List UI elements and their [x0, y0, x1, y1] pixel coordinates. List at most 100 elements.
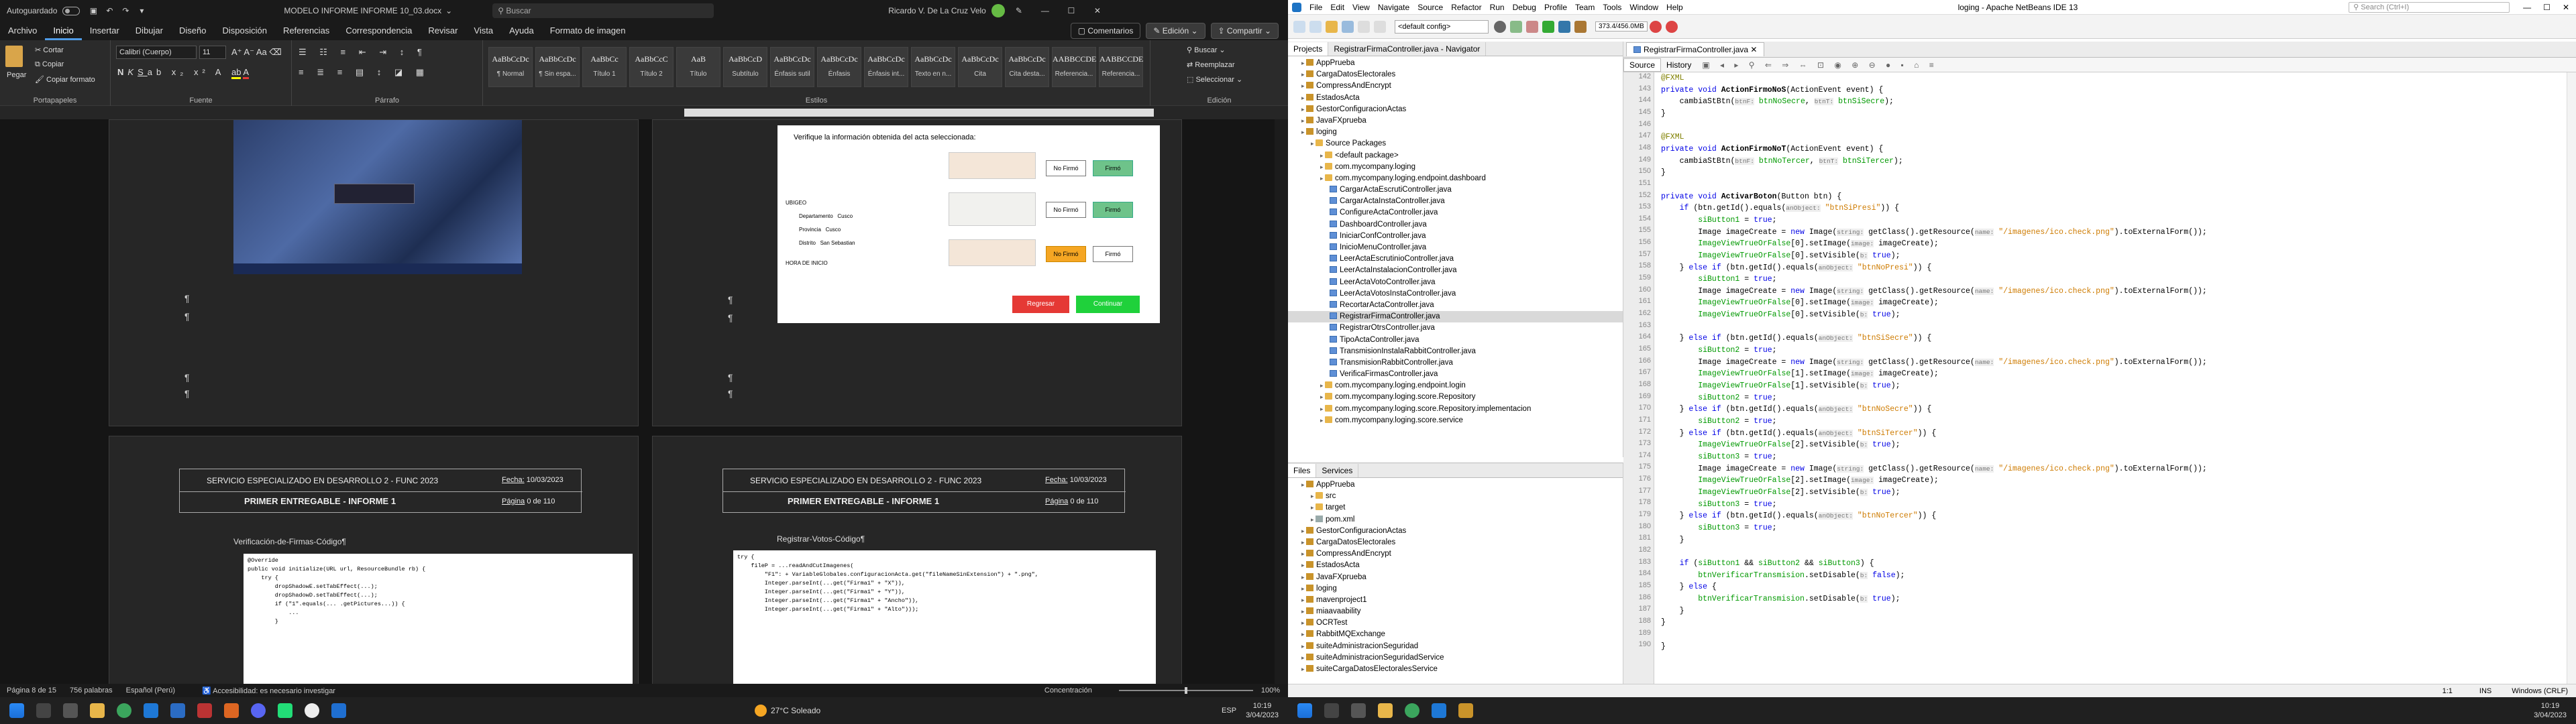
search-icon[interactable] — [36, 703, 51, 718]
horizontal-ruler[interactable] — [0, 106, 1288, 119]
menu-tab-6[interactable]: Referencias — [275, 21, 337, 40]
app-icon[interactable] — [278, 703, 292, 718]
tab-history[interactable]: History — [1661, 59, 1697, 71]
nb-menu-file[interactable]: File — [1305, 3, 1326, 12]
tree-item[interactable]: InicioMenuController.java — [1288, 242, 1623, 253]
expand-toggle-icon[interactable]: ▸ — [1301, 619, 1306, 626]
font-color-icons[interactable]: ab A — [231, 67, 250, 79]
tab-services[interactable]: Services — [1316, 463, 1359, 477]
clock[interactable]: 10:19 3/04/2023 — [2534, 701, 2567, 720]
find-button[interactable]: ⚲ Buscar ⌄ — [1187, 46, 1226, 54]
style-0[interactable]: AaBbCcDc ¶ Normal — [488, 47, 533, 87]
no-firmo-button[interactable]: No Firmó — [1046, 160, 1086, 176]
nb-menu-source[interactable]: Source — [1413, 3, 1447, 12]
copy-button[interactable]: ⧉ Copiar — [35, 60, 64, 69]
menu-tab-8[interactable]: Revisar — [420, 21, 466, 40]
nb-menu-view[interactable]: View — [1348, 3, 1374, 12]
autosave-toggle[interactable] — [62, 6, 80, 15]
file-explorer-icon[interactable] — [90, 703, 105, 718]
tree-item[interactable]: LeerActaEscrutinioController.java — [1288, 253, 1623, 265]
tree-item[interactable]: ▸ CompressAndEncrypt — [1288, 80, 1623, 92]
style-8[interactable]: AaBbCcDc Énfasis int... — [864, 47, 908, 87]
no-firmo-button[interactable]: No Firmó — [1046, 246, 1086, 262]
no-firmo-button[interactable]: No Firmó — [1046, 202, 1086, 218]
expand-toggle-icon[interactable]: ▸ — [1301, 608, 1306, 615]
expand-toggle-icon[interactable]: ▸ — [1320, 382, 1325, 389]
nb-menu-debug[interactable]: Debug — [1509, 3, 1540, 12]
tree-item[interactable]: ▸ <default package> — [1288, 150, 1623, 162]
pen-icon[interactable]: ✎ — [1014, 6, 1024, 15]
select-button[interactable]: ⬚ Seleccionar ⌄ — [1187, 75, 1242, 84]
tree-item[interactable]: ▸ CompressAndEncrypt — [1288, 548, 1623, 560]
app-icon[interactable] — [224, 703, 239, 718]
expand-toggle-icon[interactable]: ▸ — [1311, 504, 1316, 511]
discord-icon[interactable] — [251, 703, 266, 718]
replace-button[interactable]: ⇄ Reemplazar — [1187, 60, 1235, 69]
expand-toggle-icon[interactable]: ▸ — [1301, 481, 1306, 488]
style-11[interactable]: AaBbCcDc Cita desta... — [1005, 47, 1049, 87]
redo-icon[interactable] — [1374, 20, 1386, 33]
tree-item[interactable]: ▸ loging — [1288, 127, 1623, 138]
expand-toggle-icon[interactable]: ▸ — [1301, 60, 1306, 66]
expand-toggle-icon[interactable]: ▸ — [1301, 643, 1306, 650]
tree-item[interactable]: ▸ CargaDatosElectorales — [1288, 537, 1623, 548]
tree-item[interactable]: ▸ src — [1288, 491, 1623, 502]
tree-item[interactable]: LeerActaVotosInstaController.java — [1288, 288, 1623, 300]
style-5[interactable]: AaBbCcD Subtítulo — [723, 47, 767, 87]
close-icon[interactable]: ✕ — [1750, 45, 1757, 54]
word-count[interactable]: 756 palabras — [70, 686, 113, 695]
comments-button[interactable]: ▢ Comentarios — [1070, 23, 1141, 39]
config-select[interactable]: <default config> — [1395, 19, 1489, 34]
weather[interactable]: 27°C Soleado — [771, 706, 820, 715]
expand-toggle-icon[interactable]: ▸ — [1301, 666, 1306, 672]
tree-item[interactable]: ▸ com.mycompany.loging — [1288, 162, 1623, 173]
nb-menu-team[interactable]: Team — [1571, 3, 1599, 12]
tree-item[interactable]: ▸ AppPrueba — [1288, 58, 1623, 69]
style-4[interactable]: AaB Título — [676, 47, 720, 87]
user-name[interactable]: Ricardo V. De La Cruz Velo — [888, 6, 986, 15]
editing-mode-button[interactable]: ✎ Edición ⌄ — [1146, 23, 1205, 39]
vscode-icon[interactable] — [144, 703, 158, 718]
expand-toggle-icon[interactable]: ▸ — [1320, 417, 1325, 424]
tree-item[interactable]: ▸ com.mycompany.loging.endpoint.dashboar… — [1288, 173, 1623, 184]
clock[interactable]: 10:19 3/04/2023 — [1246, 701, 1279, 720]
close-icon[interactable]: ✕ — [1093, 6, 1102, 15]
editor-tool-icons[interactable]: ▣ ◂ ▸ ⚲ ⇐ ⇒ ⇔ ⊡ ◉ ⊕ ⊖ ● ▪ ⌂ ≡ — [1697, 59, 1943, 71]
new-file-icon[interactable] — [1293, 20, 1305, 33]
avatar[interactable] — [991, 4, 1005, 17]
app-icon[interactable] — [305, 703, 319, 718]
minimize-icon[interactable]: — — [2523, 3, 2531, 12]
word-icon[interactable] — [331, 703, 346, 718]
tree-item[interactable]: ▸ Source Packages — [1288, 138, 1623, 149]
run-icon[interactable] — [1542, 20, 1554, 33]
font-name-select[interactable]: Calibri (Cuerpo) — [116, 46, 197, 59]
tree-item[interactable]: ▸ GestorConfiguracionActas — [1288, 104, 1623, 115]
style-10[interactable]: AaBbCcDc Cita — [958, 47, 1002, 87]
menu-tab-10[interactable]: Ayuda — [501, 21, 542, 40]
expand-toggle-icon[interactable]: ▸ — [1301, 82, 1306, 89]
style-9[interactable]: AaBbCcDc Texto en n... — [911, 47, 955, 87]
code-area[interactable]: @FXML private void ActionFirmoNoS(ActionE… — [1661, 72, 2567, 652]
tree-item[interactable]: DashboardController.java — [1288, 219, 1623, 231]
tab-navigator[interactable]: RegistrarFirmaController.java - Navigato… — [1328, 42, 1487, 56]
expand-toggle-icon[interactable]: ▸ — [1311, 140, 1316, 147]
close-icon[interactable]: ✕ — [2563, 3, 2569, 12]
task-view-icon[interactable] — [1351, 703, 1366, 718]
language[interactable]: Español (Perú) — [126, 686, 175, 695]
start-icon[interactable] — [9, 703, 24, 718]
minimize-icon[interactable]: — — [1040, 6, 1050, 15]
debug-icon[interactable] — [1558, 20, 1570, 33]
tree-item[interactable]: CargarActaEscrutiController.java — [1288, 184, 1623, 196]
save-all-icon[interactable] — [1342, 20, 1354, 33]
file-explorer-icon[interactable] — [1378, 703, 1393, 718]
task-view-icon[interactable] — [63, 703, 78, 718]
expand-toggle-icon[interactable]: ▸ — [1320, 394, 1325, 400]
firmo-button[interactable]: Firmó — [1093, 246, 1133, 262]
expand-toggle-icon[interactable]: ▸ — [1311, 516, 1316, 523]
line-endings[interactable]: Windows (CRLF) — [2512, 687, 2568, 695]
firmo-button[interactable]: Firmó — [1093, 202, 1133, 218]
tree-item[interactable]: ▸ loging — [1288, 583, 1623, 595]
style-7[interactable]: AaBbCcDc Énfasis — [817, 47, 861, 87]
style-13[interactable]: AABBCCDE Referencia... — [1099, 47, 1143, 87]
expand-toggle-icon[interactable]: ▸ — [1301, 106, 1306, 113]
